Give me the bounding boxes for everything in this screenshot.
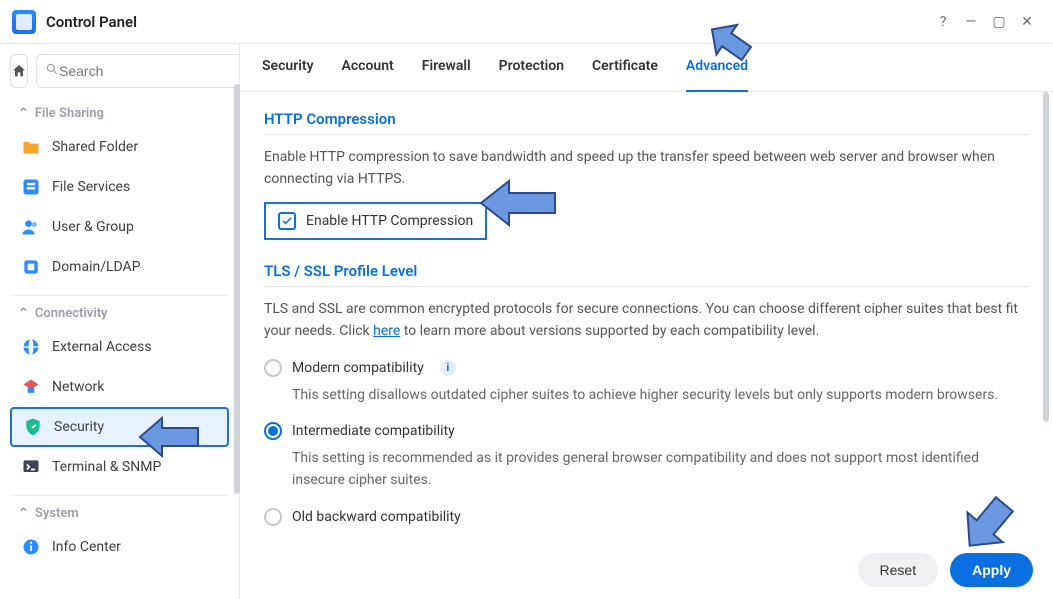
check-icon (281, 215, 293, 227)
sidebar-item-label: Network (52, 379, 104, 395)
sidebar-group-file-sharing[interactable]: ⌃ File Sharing (10, 96, 239, 127)
maximize-button[interactable]: ▢ (985, 8, 1013, 36)
sidebar-item-terminal-snmp[interactable]: Terminal & SNMP (10, 447, 229, 487)
chevron-up-icon: ⌃ (18, 506, 29, 521)
sidebar-item-label: External Access (52, 339, 152, 355)
tls-description: TLS and SSL are common encrypted protoco… (264, 299, 1029, 342)
radio-icon (264, 422, 282, 440)
chevron-up-icon: ⌃ (18, 106, 29, 121)
radio-description: This setting is recommended as it provid… (264, 446, 1029, 501)
checkbox-label: Enable HTTP Compression (306, 213, 473, 229)
sidebar-item-label: Info Center (52, 539, 121, 555)
sidebar-group-label: File Sharing (35, 106, 104, 121)
sidebar-item-info-center[interactable]: Info Center (10, 527, 229, 567)
radio-icon (264, 359, 282, 377)
tab-advanced[interactable]: Advanced (686, 58, 748, 91)
apply-button[interactable]: Apply (950, 553, 1033, 587)
home-icon (11, 63, 27, 79)
file-services-icon (20, 176, 42, 198)
radio-modern-compatibility[interactable]: Modern compatibility i (264, 353, 1029, 383)
footer-buttons: Reset Apply (858, 553, 1033, 587)
sidebar-item-label: Security (54, 419, 104, 435)
divider (264, 134, 1029, 135)
home-button[interactable] (10, 54, 28, 88)
globe-icon (20, 336, 42, 358)
enable-http-compression-checkbox[interactable]: Enable HTTP Compression (264, 202, 487, 240)
tabs: Security Account Firewall Protection Cer… (240, 44, 1053, 92)
app-icon (12, 10, 36, 34)
sidebar-group-system[interactable]: ⌃ System (10, 496, 239, 527)
sidebar-item-user-group[interactable]: User & Group (10, 207, 229, 247)
divider (264, 286, 1029, 287)
sidebar-item-network[interactable]: Network (10, 367, 229, 407)
section-title-http-compression: HTTP Compression (264, 110, 1029, 128)
tab-firewall[interactable]: Firewall (422, 58, 471, 91)
sidebar-scrollbar[interactable] (234, 84, 240, 494)
search-input[interactable] (59, 63, 240, 79)
help-button[interactable]: ? (929, 8, 957, 36)
sidebar-item-label: Domain/LDAP (52, 259, 141, 275)
sidebar-item-domain-ldap[interactable]: Domain/LDAP (10, 247, 229, 287)
sidebar-item-file-services[interactable]: File Services (10, 167, 229, 207)
sidebar-item-external-access[interactable]: External Access (10, 327, 229, 367)
sidebar: ⌃ File Sharing Shared Folder File Servic… (0, 44, 240, 599)
radio-label: Old backward compatibility (292, 509, 461, 525)
close-button[interactable]: ✕ (1013, 8, 1041, 36)
sidebar-item-shared-folder[interactable]: Shared Folder (10, 127, 229, 167)
reset-button[interactable]: Reset (858, 553, 939, 587)
sidebar-item-security[interactable]: Security (10, 407, 229, 447)
search-field[interactable] (36, 54, 240, 88)
sidebar-group-label: System (35, 506, 79, 521)
domain-icon (20, 256, 42, 278)
radio-label: Intermediate compatibility (292, 423, 455, 439)
chevron-up-icon: ⌃ (18, 306, 29, 321)
radio-label: Modern compatibility (292, 360, 424, 376)
tab-security[interactable]: Security (262, 58, 314, 91)
titlebar: Control Panel ? — ▢ ✕ (0, 0, 1053, 44)
sidebar-group-label: Connectivity (35, 306, 108, 321)
window-title: Control Panel (46, 13, 137, 31)
shield-icon (22, 416, 44, 438)
tab-protection[interactable]: Protection (499, 58, 564, 91)
section-title-tls-profile: TLS / SSL Profile Level (264, 262, 1029, 280)
radio-description: This setting disallows outdated cipher s… (264, 383, 1029, 417)
sidebar-item-label: Shared Folder (52, 139, 138, 155)
users-icon (20, 216, 42, 238)
content-area: Security Account Firewall Protection Cer… (240, 44, 1053, 599)
content-scrollbar[interactable] (1043, 92, 1049, 422)
tls-here-link[interactable]: here (373, 323, 400, 339)
network-icon (20, 376, 42, 398)
sidebar-group-connectivity[interactable]: ⌃ Connectivity (10, 296, 239, 327)
info-tooltip-icon[interactable]: i (440, 360, 456, 376)
sidebar-item-label: File Services (52, 179, 130, 195)
info-icon (20, 536, 42, 558)
radio-old-backward-compatibility[interactable]: Old backward compatibility (264, 502, 1029, 532)
search-icon (45, 62, 59, 80)
folder-icon (20, 136, 42, 158)
tab-account[interactable]: Account (342, 58, 394, 91)
radio-icon (264, 508, 282, 526)
http-compression-description: Enable HTTP compression to save bandwidt… (264, 147, 1029, 190)
sidebar-item-label: Terminal & SNMP (52, 459, 161, 475)
radio-intermediate-compatibility[interactable]: Intermediate compatibility (264, 416, 1029, 446)
checkbox-icon (278, 212, 296, 230)
sidebar-item-label: User & Group (52, 219, 134, 235)
settings-pane: HTTP Compression Enable HTTP compression… (240, 92, 1053, 599)
terminal-icon (20, 456, 42, 478)
minimize-button[interactable]: — (957, 8, 985, 36)
tab-certificate[interactable]: Certificate (592, 58, 658, 91)
